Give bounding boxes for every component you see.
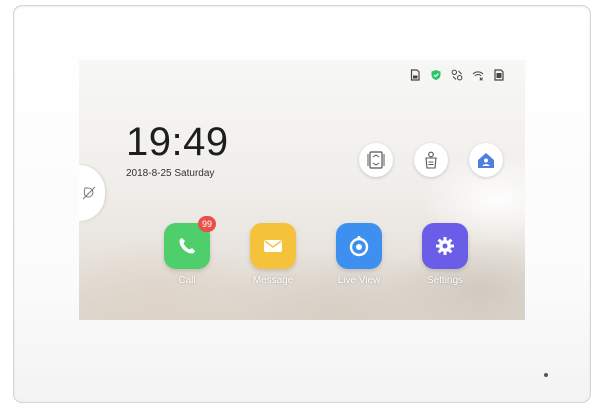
app-label: Message [252, 275, 294, 286]
app-message[interactable]: Message [242, 223, 304, 286]
side-drawer-tab[interactable] [79, 165, 105, 221]
call-tile[interactable]: 99 [164, 216, 216, 269]
clock-date: 2018-8-25 Saturday [126, 168, 215, 179]
link-broken-icon [451, 69, 463, 81]
clock-time: 19:49 [126, 120, 229, 164]
phone-icon [179, 238, 195, 254]
status-bar [409, 69, 505, 81]
app-label: Call [178, 275, 196, 286]
shield-icon [431, 70, 441, 80]
camera-icon [349, 236, 369, 257]
settings-tile[interactable] [422, 223, 468, 269]
app-settings[interactable]: Settings [414, 223, 476, 286]
indicator-light [544, 373, 548, 377]
home-arm-icon [478, 153, 494, 168]
app-label: Live View [337, 275, 381, 286]
elevator-call-icon [425, 151, 437, 169]
door-unlock-button[interactable] [359, 143, 393, 177]
elevator-call-button[interactable] [414, 143, 448, 177]
live-view-tile[interactable] [336, 223, 382, 269]
message-tile[interactable] [250, 223, 296, 269]
sim-card-icon [494, 69, 504, 81]
envelope-icon [264, 240, 282, 252]
intercom-device: 19:49 2018-8-25 Saturday 99 Call Message… [13, 5, 591, 403]
home-arm-button[interactable] [469, 143, 503, 177]
home-screen: 19:49 2018-8-25 Saturday 99 Call Message… [79, 60, 525, 320]
app-live-view[interactable]: Live View [328, 223, 390, 286]
gear-icon [436, 237, 454, 255]
no-disturb-icon [82, 186, 96, 200]
unread-badge: 99 [198, 216, 216, 232]
app-label: Settings [426, 275, 464, 286]
wifi-off-icon [472, 71, 484, 81]
sd-card-icon [410, 69, 420, 81]
door-unlock-icon [367, 151, 385, 169]
app-call[interactable]: 99 Call [156, 216, 218, 286]
